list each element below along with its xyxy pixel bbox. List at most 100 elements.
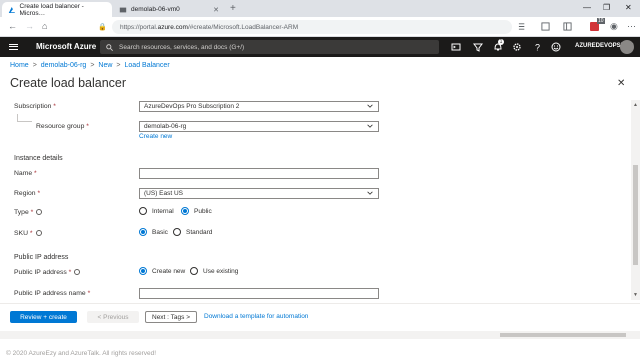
subscription-select[interactable]: AzureDevOps Pro Subscription 2 xyxy=(139,101,379,112)
extension-badge: 10 xyxy=(597,18,605,24)
public-ip-label: Public IP address * xyxy=(14,269,81,276)
help-icon[interactable]: ? xyxy=(532,42,542,53)
instance-details-heading: Instance details xyxy=(14,155,63,162)
scrollbar-thumb[interactable] xyxy=(500,333,626,337)
sku-label: SKU * xyxy=(14,230,42,237)
public-ip-name-label: Public IP address name * xyxy=(14,290,90,297)
tab-vm[interactable]: demolab-06-vm0 ✕ xyxy=(113,2,225,17)
sku-standard-radio[interactable]: Standard xyxy=(173,228,212,236)
hamburger-menu-icon[interactable] xyxy=(9,42,18,51)
region-value: (US) East US xyxy=(144,190,184,197)
tree-connector xyxy=(17,114,32,122)
public-ip-label-text: Public IP address xyxy=(14,269,67,276)
global-search-input[interactable]: Search resources, services, and docs (G+… xyxy=(100,40,439,54)
required-marker: * xyxy=(68,269,72,276)
forward-icon[interactable]: → xyxy=(25,21,34,31)
minimize-icon[interactable]: — xyxy=(583,3,591,12)
type-label-text: Type xyxy=(14,209,29,216)
create-form: Subscription * AzureDevOps Pro Subscript… xyxy=(0,100,630,300)
svg-text:?: ? xyxy=(535,43,540,53)
profile-icon[interactable]: ◉ xyxy=(610,21,618,32)
scroll-up-icon[interactable]: ▲ xyxy=(633,102,638,108)
type-public-radio[interactable]: Public xyxy=(181,207,212,215)
vm-icon xyxy=(119,7,127,12)
feedback-icon[interactable] xyxy=(551,42,561,52)
close-blade-icon[interactable]: ✕ xyxy=(617,78,625,89)
required-marker: * xyxy=(37,190,41,197)
restore-icon[interactable]: ❐ xyxy=(603,3,610,12)
type-internal-radio[interactable]: Internal xyxy=(139,207,174,215)
brand-name[interactable]: Microsoft Azure xyxy=(36,42,96,51)
window-close-icon[interactable]: ✕ xyxy=(625,3,632,12)
sku-basic-radio[interactable]: Basic xyxy=(139,228,168,236)
required-marker: * xyxy=(30,209,34,216)
radio-circle-selected xyxy=(181,207,189,215)
scrollbar-thumb[interactable] xyxy=(633,165,638,265)
chevron-down-icon xyxy=(367,124,373,128)
public-ip-name-input[interactable] xyxy=(139,288,379,299)
radio-circle xyxy=(190,267,198,275)
avatar[interactable] xyxy=(620,40,634,54)
horizontal-scrollbar[interactable] xyxy=(0,331,640,339)
download-template-link[interactable]: Download a template for automation xyxy=(204,313,308,320)
new-tab-button[interactable]: + xyxy=(230,3,236,14)
radio-label: Public xyxy=(194,207,212,215)
previous-button[interactable]: < Previous xyxy=(87,311,139,323)
info-icon[interactable] xyxy=(35,230,42,237)
radio-circle xyxy=(173,228,181,236)
azure-icon xyxy=(8,6,15,13)
region-select[interactable]: (US) East US xyxy=(139,188,379,199)
directory-filter-icon[interactable] xyxy=(473,42,483,52)
url-domain: azure.com xyxy=(157,23,188,31)
resource-group-label-text: Resource group xyxy=(36,123,85,130)
url-prefix: https://portal. xyxy=(120,23,158,31)
required-marker: * xyxy=(86,123,89,130)
radio-label: Internal xyxy=(152,207,174,215)
create-new-resource-group-link[interactable]: Create new xyxy=(139,133,172,140)
sku-label-text: SKU xyxy=(14,230,28,237)
public-ip-create-new-radio[interactable]: Create new xyxy=(139,267,185,275)
close-tab-icon[interactable]: ✕ xyxy=(213,6,219,14)
public-ip-use-existing-radio[interactable]: Use existing xyxy=(190,267,238,275)
review-create-button[interactable]: Review + create xyxy=(10,311,77,323)
tab-create-load-balancer[interactable]: Create load balancer - Micros… xyxy=(2,2,112,17)
search-icon xyxy=(106,43,113,51)
notifications-badge: 1 xyxy=(498,39,504,45)
name-input[interactable] xyxy=(139,168,379,179)
breadcrumb-home[interactable]: Home xyxy=(10,62,29,69)
url-path: /#create/Microsoft.LoadBalancer-ARM xyxy=(187,23,299,31)
back-icon[interactable]: ← xyxy=(8,21,17,31)
info-icon[interactable] xyxy=(74,269,81,276)
info-icon[interactable] xyxy=(36,209,43,216)
next-tags-button[interactable]: Next : Tags > xyxy=(145,311,197,323)
name-label-text: Name xyxy=(14,170,33,177)
sidebar-icon[interactable] xyxy=(563,22,572,31)
reading-list-icon[interactable] xyxy=(541,22,550,31)
bookmarks-icon[interactable] xyxy=(518,22,527,31)
menu-icon[interactable]: ⋯ xyxy=(627,21,636,32)
breadcrumb-resource-group[interactable]: demolab-06-rg xyxy=(41,62,87,69)
breadcrumb-load-balancer[interactable]: Load Balancer xyxy=(125,62,170,69)
search-placeholder: Search resources, services, and docs (G+… xyxy=(119,43,245,51)
vertical-scrollbar[interactable]: ▲ ▼ xyxy=(631,100,640,300)
scroll-down-icon[interactable]: ▼ xyxy=(633,292,638,298)
copyright-text: © 2020 AzureEzy and AzureTalk. All right… xyxy=(6,350,157,357)
region-label-text: Region xyxy=(14,190,36,197)
tab-label: Create load balancer - Micros… xyxy=(19,2,84,17)
address-bar-row: ← → ⌂ 🔒 https://portal. azure.com/#create… xyxy=(0,17,640,37)
action-bar: Review + create < Previous Next : Tags >… xyxy=(0,303,640,331)
tab-label: demolab-06-vm0 xyxy=(131,6,180,13)
cloud-shell-icon[interactable] xyxy=(451,42,461,52)
required-marker: * xyxy=(87,290,91,297)
url-field[interactable]: https://portal. azure.com/#create/Microso… xyxy=(112,20,512,34)
breadcrumb-separator: > xyxy=(90,62,95,69)
home-icon[interactable]: ⌂ xyxy=(42,21,47,31)
required-marker: * xyxy=(29,230,33,237)
lock-icon: 🔒 xyxy=(98,24,107,31)
resource-group-label: Resource group * xyxy=(36,123,89,130)
resource-group-select[interactable]: demolab-06-rg xyxy=(139,121,379,132)
radio-circle xyxy=(139,207,147,215)
settings-gear-icon[interactable] xyxy=(512,42,522,52)
breadcrumb-new[interactable]: New xyxy=(98,62,112,69)
breadcrumb: Home > demolab-06-rg > New > Load Balancer xyxy=(10,62,170,69)
